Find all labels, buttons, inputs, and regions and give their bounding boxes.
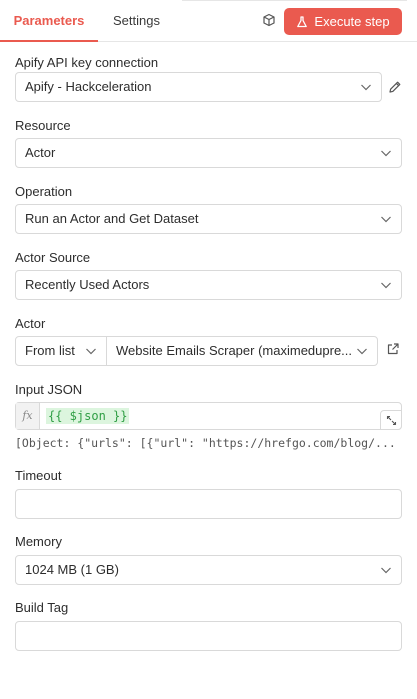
credential-select[interactable]: Apify - Hackceleration (15, 72, 382, 102)
external-link-icon[interactable] (386, 342, 400, 356)
build-tag-label: Build Tag (15, 600, 69, 615)
actor-picker: From list Website Emails Scraper (maxime… (15, 336, 378, 366)
chevron-down-icon (361, 84, 371, 91)
json-expression: {{ $json }} (46, 408, 130, 424)
chevron-down-icon (86, 348, 96, 355)
operation-select[interactable]: Run an Actor and Get Dataset (15, 204, 402, 234)
timeout-label: Timeout (15, 468, 62, 483)
credential-label: Apify API key connection (15, 55, 159, 70)
actor-mode-select[interactable]: From list (15, 336, 107, 366)
memory-value: 1024 MB (1 GB) (25, 562, 119, 577)
fx-icon: fx (16, 403, 40, 429)
resource-value: Actor (25, 145, 56, 160)
memory-label: Memory (15, 534, 62, 549)
resource-select[interactable]: Actor (15, 138, 402, 168)
actor-select[interactable]: Website Emails Scraper (maximedupre... (106, 336, 378, 366)
cube-icon[interactable] (262, 13, 276, 27)
json-preview: [Object: {"urls": [{"url": "https://href… (15, 436, 396, 450)
chevron-down-icon (381, 216, 391, 223)
operation-label: Operation (15, 184, 73, 199)
actor-mode-value: From list (25, 343, 75, 358)
top-divider (182, 0, 407, 1)
flask-icon (297, 15, 308, 27)
execute-step-button[interactable]: Execute step (284, 8, 402, 35)
resource-label: Resource (15, 118, 71, 133)
actor-source-select[interactable]: Recently Used Actors (15, 270, 402, 300)
execute-step-label: Execute step (314, 14, 390, 29)
chevron-down-icon (357, 348, 367, 355)
timeout-input[interactable] (15, 489, 402, 519)
credential-value: Apify - Hackceleration (25, 79, 152, 94)
chevron-down-icon (381, 150, 391, 157)
expand-editor-button[interactable] (380, 410, 402, 430)
actor-source-value: Recently Used Actors (25, 277, 150, 292)
operation-value: Run an Actor and Get Dataset (25, 211, 199, 226)
chevron-down-icon (381, 282, 391, 289)
tab-parameters[interactable]: Parameters (0, 0, 98, 42)
actor-source-label: Actor Source (15, 250, 91, 265)
tab-settings[interactable]: Settings (113, 0, 160, 42)
input-json-label: Input JSON (15, 382, 83, 397)
input-json-field[interactable]: fx {{ $json }} (15, 402, 402, 430)
expand-icon (386, 415, 397, 426)
chevron-down-icon (381, 567, 391, 574)
memory-select[interactable]: 1024 MB (1 GB) (15, 555, 402, 585)
pencil-icon[interactable] (388, 80, 402, 94)
actor-value: Website Emails Scraper (maximedupre... (116, 343, 353, 358)
build-tag-input[interactable] (15, 621, 402, 651)
actor-label: Actor (15, 316, 46, 331)
